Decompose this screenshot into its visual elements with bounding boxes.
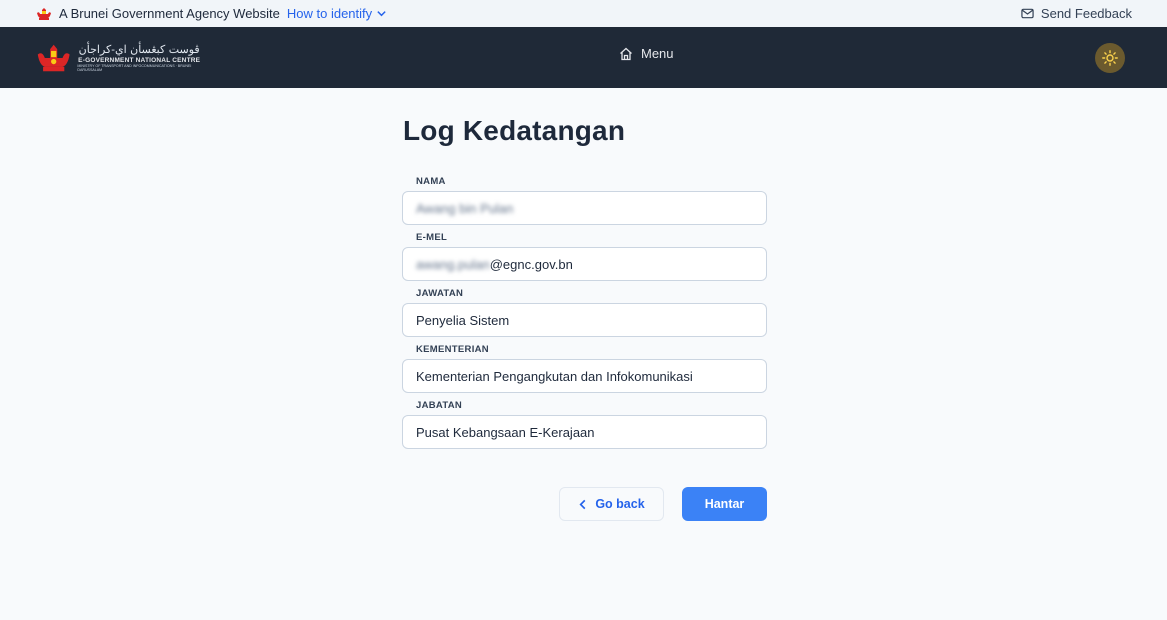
position-value: Penyelia Sistem	[416, 312, 510, 328]
brunei-crest-icon	[37, 44, 70, 72]
theme-toggle-button[interactable]	[1095, 43, 1125, 73]
submit-label: Hantar	[704, 497, 745, 511]
gov-strip: A Brunei Government Agency Website How t…	[0, 0, 1167, 27]
page-title: Log Kedatangan	[403, 115, 626, 146]
sun-icon	[1102, 50, 1118, 66]
gov-agency-text: A Brunei Government Agency Website	[59, 6, 280, 21]
name-value: Awang bin Pulan	[416, 200, 514, 216]
field-label-email: E-MEL	[416, 232, 448, 243]
position-input[interactable]: Penyelia Sistem	[402, 303, 767, 337]
brunei-crest-icon	[37, 7, 51, 20]
how-to-identify-label: How to identify	[286, 6, 373, 21]
logo-subtitle: MINISTRY OF TRANSPORT AND INFOCOMMUNICAT…	[77, 64, 192, 72]
logo-text: ڤوست كبڠسأن اي-كراجأن E-GOVERNMENT NATIO…	[77, 44, 201, 73]
department-value: Pusat Kebangsaan E-Kerajaan	[416, 424, 595, 440]
name-input[interactable]: Awang bin Pulan	[402, 191, 767, 225]
submit-button[interactable]: Hantar	[682, 487, 767, 521]
ministry-value: Kementerian Pengangkutan dan Infokomunik…	[416, 368, 693, 384]
send-feedback-link[interactable]: Send Feedback	[1021, 6, 1132, 21]
gov-identity: A Brunei Government Agency Website How t…	[36, 6, 387, 21]
go-back-button[interactable]: Go back	[559, 487, 664, 521]
how-to-identify-link[interactable]: How to identify	[287, 6, 387, 21]
send-feedback-label: Send Feedback	[1040, 6, 1132, 21]
department-input[interactable]: Pusat Kebangsaan E-Kerajaan	[402, 415, 767, 449]
egnc-logo[interactable]: ڤوست كبڠسأن اي-كراجأن E-GOVERNMENT NATIO…	[36, 39, 201, 77]
chevron-down-icon	[377, 11, 386, 17]
menu-label: Menu	[641, 46, 674, 61]
email-value-blurred: awang.pulan	[416, 256, 490, 272]
field-label-nama: NAMA	[416, 176, 446, 187]
home-icon	[620, 47, 632, 60]
navbar: ڤوست كبڠسأن اي-كراجأن E-GOVERNMENT NATIO…	[0, 27, 1167, 88]
field-label-kementerian: KEMENTERIAN	[416, 344, 489, 355]
menu-button[interactable]: Menu	[619, 46, 674, 61]
email-domain: @egnc.gov.bn	[489, 256, 573, 272]
email-input[interactable]: awang.pulan @egnc.gov.bn	[402, 247, 767, 281]
go-back-label: Go back	[595, 497, 645, 511]
field-label-jawatan: JAWATAN	[416, 288, 464, 299]
field-label-jabatan: JABATAN	[416, 400, 463, 411]
logo-jawi: ڤوست كبڠسأن اي-كراجأن	[78, 42, 200, 56]
ministry-input[interactable]: Kementerian Pengangkutan dan Infokomunik…	[402, 359, 767, 393]
mail-icon	[1021, 8, 1034, 19]
chevron-left-icon	[579, 499, 586, 509]
